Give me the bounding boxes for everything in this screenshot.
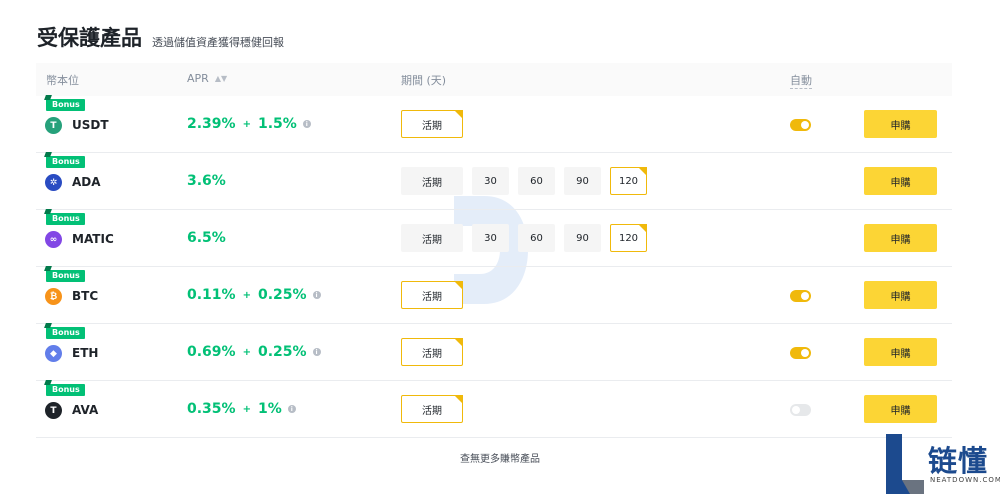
apr-value: 0.11% +0.25% i (187, 287, 321, 303)
table-row: Bonus T USDT 2.39% +1.5% i 活期 申購 (36, 96, 952, 153)
apr-base: 2.39% (187, 116, 236, 132)
apr-bonus: 0.25% (257, 344, 307, 360)
subscribe-button[interactable]: 申購 (864, 110, 937, 138)
apr-base: 3.6% (187, 173, 226, 189)
subscribe-button[interactable]: 申購 (864, 338, 937, 366)
period-option[interactable]: 120 (610, 224, 647, 252)
apr-base: 0.69% (187, 344, 236, 360)
auto-toggle[interactable] (790, 290, 811, 302)
auto-toggle[interactable] (790, 347, 811, 359)
bonus-badge: Bonus (46, 99, 85, 111)
brand-l-icon (886, 434, 924, 494)
period-options: 活期 (401, 110, 472, 138)
period-option[interactable]: 60 (518, 167, 555, 195)
coin-name: ADA (72, 175, 101, 189)
apr-plus: + (242, 118, 251, 130)
apr-value: 0.69% +0.25% i (187, 344, 321, 360)
period-options: 活期 (401, 395, 472, 423)
auto-toggle[interactable] (790, 119, 811, 131)
table-row: Bonus ✲ ADA 3.6% 活期 30 60 90 120 申購 (36, 153, 952, 210)
period-options: 活期 (401, 281, 472, 309)
table-row: Bonus ◆ ETH 0.69% +0.25% i 活期 申購 (36, 324, 952, 381)
apr-value: 3.6% (187, 173, 226, 189)
sort-icon[interactable]: ▲▼ (215, 74, 227, 83)
period-option[interactable]: 活期 (401, 338, 463, 366)
usdt-icon: T (45, 117, 62, 134)
subscribe-button[interactable]: 申購 (864, 167, 937, 195)
page-header: 受保護產品 透過儲值資產獲得穩健回報 (37, 24, 284, 52)
apr-value: 6.5% (187, 230, 226, 246)
apr-value: 2.39% +1.5% i (187, 116, 311, 132)
coin-name: BTC (72, 289, 99, 303)
coin-name: AVA (72, 403, 99, 417)
brand-logo-subtext: NEATDOWN.COM (930, 476, 1000, 484)
period-option[interactable]: 活期 (401, 281, 463, 309)
apr-value: 0.35% +1% i (187, 401, 296, 417)
period-option[interactable]: 60 (518, 224, 555, 252)
coin-name: USDT (72, 118, 109, 132)
apr-bonus: 1.5% (257, 116, 297, 132)
column-header-period: 期間 (天) (401, 74, 447, 87)
ada-icon: ✲ (45, 174, 62, 191)
bonus-badge: Bonus (46, 270, 85, 282)
btc-icon: ₿ (45, 288, 62, 305)
period-option[interactable]: 90 (564, 224, 601, 252)
apr-base: 6.5% (187, 230, 226, 246)
table-body: Bonus T USDT 2.39% +1.5% i 活期 申購 Bonus ✲ ADA 3.6% 活期… (36, 96, 952, 438)
bonus-badge: Bonus (46, 327, 85, 339)
table-row: Bonus T AVA 0.35% +1% i 活期 申購 (36, 381, 952, 438)
coin-name: ETH (72, 346, 99, 360)
products-table: 幣本位 APR ▲▼ 期間 (天) 自動 Bonus T USDT 2.39% +1.5%… (36, 63, 952, 438)
page-subtitle: 透過儲值資產獲得穩健回報 (152, 36, 284, 49)
period-option[interactable]: 活期 (401, 167, 463, 195)
table-header: 幣本位 APR ▲▼ 期間 (天) 自動 (36, 63, 952, 96)
info-icon[interactable]: i (302, 120, 311, 128)
column-header-auto-label: 自動 (790, 74, 812, 89)
apr-bonus: 0.25% (257, 287, 307, 303)
apr-plus: + (242, 289, 251, 301)
apr-plus: + (242, 346, 251, 358)
page-title: 受保護產品 (37, 26, 142, 50)
ava-icon: T (45, 402, 62, 419)
auto-toggle[interactable] (790, 404, 811, 416)
table-row: Bonus ₿ BTC 0.11% +0.25% i 活期 申購 (36, 267, 952, 324)
brand-logo-text: 链懂 (928, 444, 989, 478)
bonus-badge: Bonus (46, 213, 85, 225)
column-header-apr[interactable]: APR ▲▼ (187, 72, 227, 85)
period-option[interactable]: 90 (564, 167, 601, 195)
subscribe-button[interactable]: 申購 (864, 224, 937, 252)
bonus-badge: Bonus (46, 384, 85, 396)
period-options: 活期 30 60 90 120 (401, 224, 656, 252)
column-header-apr-label: APR (187, 72, 209, 85)
apr-base: 0.35% (187, 401, 236, 417)
matic-icon: ∞ (45, 231, 62, 248)
subscribe-button[interactable]: 申購 (864, 281, 937, 309)
apr-base: 0.11% (187, 287, 236, 303)
info-icon[interactable]: i (312, 291, 321, 299)
no-more-products-text: 查無更多賺幣產品 (460, 454, 540, 465)
apr-plus: + (242, 403, 251, 415)
coin-name: MATIC (72, 232, 114, 246)
apr-bonus: 1% (257, 401, 282, 417)
period-option[interactable]: 活期 (401, 395, 463, 423)
period-option[interactable]: 120 (610, 167, 647, 195)
bonus-badge: Bonus (46, 156, 85, 168)
period-option[interactable]: 活期 (401, 110, 463, 138)
column-header-coin: 幣本位 (46, 74, 79, 87)
period-options: 活期 30 60 90 120 (401, 167, 656, 195)
period-option[interactable]: 活期 (401, 224, 463, 252)
period-options: 活期 (401, 338, 472, 366)
info-icon[interactable]: i (287, 405, 296, 413)
eth-icon: ◆ (45, 345, 62, 362)
subscribe-button[interactable]: 申購 (864, 395, 937, 423)
brand-logo: 链懂 NEATDOWN.COM (884, 432, 1000, 500)
column-header-auto: 自動 (790, 72, 812, 89)
info-icon[interactable]: i (312, 348, 321, 356)
table-row: Bonus ∞ MATIC 6.5% 活期 30 60 90 120 申購 (36, 210, 952, 267)
period-option[interactable]: 30 (472, 224, 509, 252)
period-option[interactable]: 30 (472, 167, 509, 195)
